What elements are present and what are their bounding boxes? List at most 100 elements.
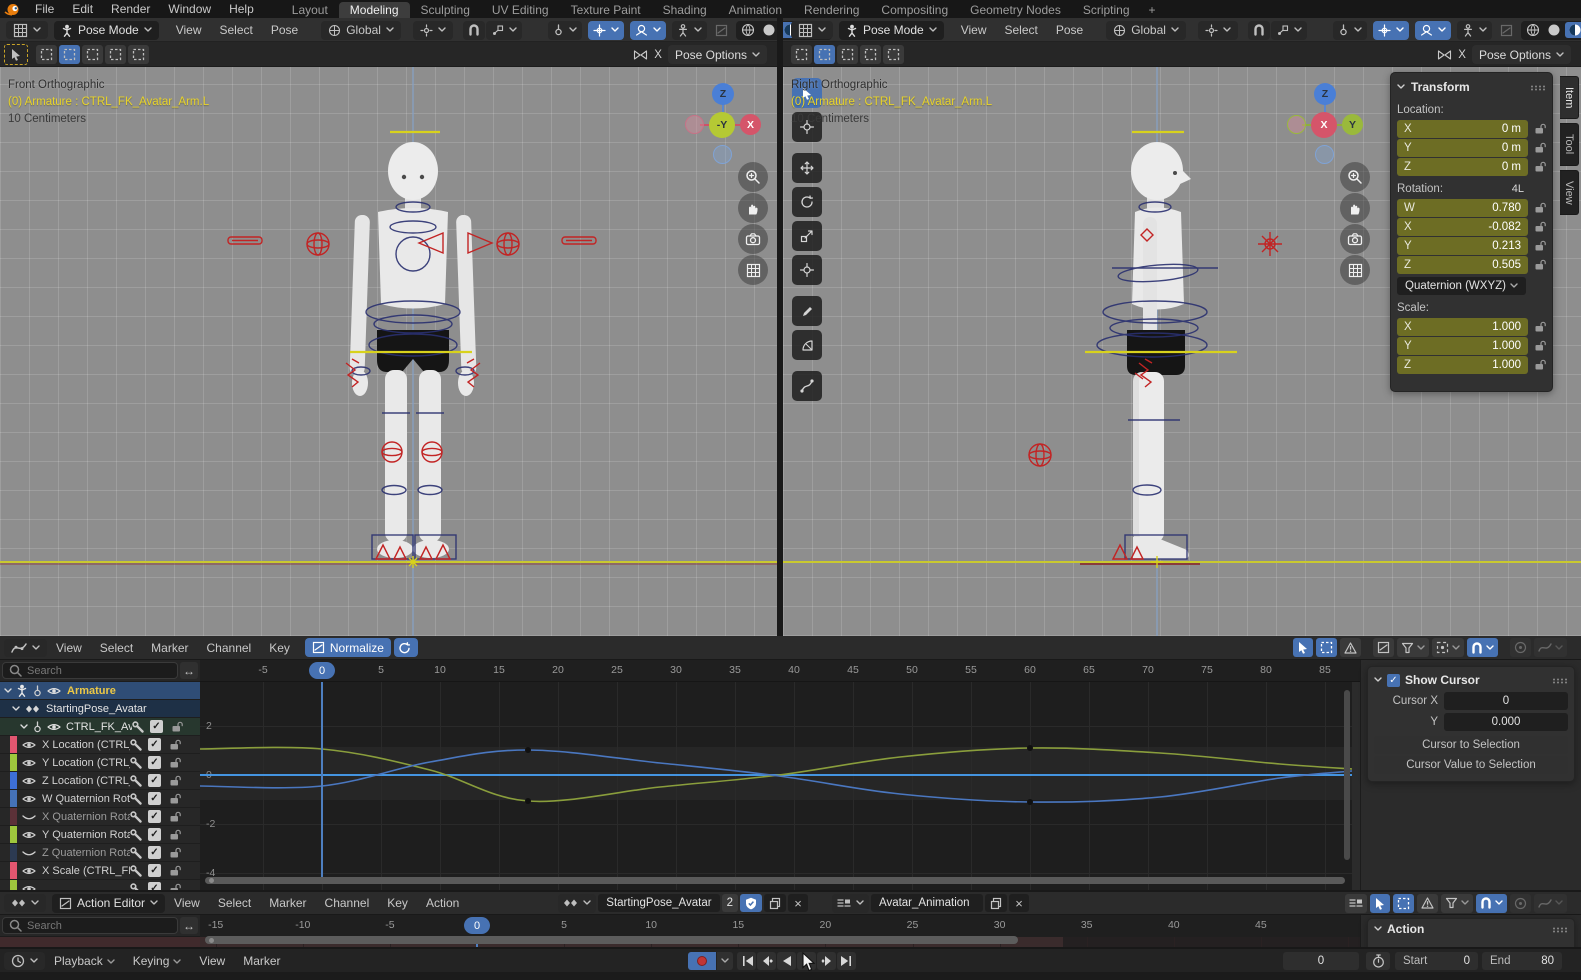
- workspace-tab-compositing[interactable]: Compositing: [870, 2, 959, 18]
- graph-curve-area[interactable]: 20-2-4: [200, 682, 1352, 890]
- channel-row-z-location-ctrl[interactable]: Z Location (CTRL_✓: [0, 772, 200, 790]
- graph-select-pointer[interactable]: [1293, 638, 1313, 657]
- graph-menu-key[interactable]: Key: [260, 641, 299, 655]
- channel-enable-checkbox[interactable]: ✓: [148, 846, 161, 859]
- channel-enable-checkbox[interactable]: ✓: [148, 882, 161, 890]
- lock-open-icon[interactable]: [169, 865, 181, 877]
- gizmo-right-axis[interactable]: X: [740, 114, 761, 135]
- add-workspace-button[interactable]: +: [1141, 2, 1164, 18]
- topbar-menu-file[interactable]: File: [26, 2, 63, 16]
- topbar-menu-edit[interactable]: Edit: [63, 2, 102, 16]
- unlink-stash-button[interactable]: ×: [1009, 894, 1029, 912]
- gizmo-neg-horizontal-axis[interactable]: [1287, 115, 1306, 134]
- graph-search-input[interactable]: Search: [2, 662, 178, 679]
- select-mode-box-extend[interactable]: [82, 45, 103, 64]
- cursor-x-field[interactable]: 0: [1444, 692, 1568, 710]
- mode-selector[interactable]: Pose Mode: [839, 21, 944, 40]
- use-preview-range-button[interactable]: [1366, 952, 1390, 970]
- gizmo-center-axis[interactable]: -Y: [709, 112, 735, 138]
- modifier-icon[interactable]: [130, 847, 142, 859]
- orientation-selector[interactable]: Global: [1106, 21, 1186, 40]
- graph-filter[interactable]: [1397, 638, 1429, 657]
- graph-snap-magnet[interactable]: [1467, 638, 1498, 657]
- graph-proportional-edit[interactable]: [1510, 638, 1531, 657]
- gizmo-neg-horizontal-axis[interactable]: [685, 115, 704, 134]
- lock-open-icon[interactable]: [169, 739, 181, 751]
- channel-enable-checkbox[interactable]: ✓: [150, 720, 163, 733]
- view-object-types-button[interactable]: [548, 21, 582, 40]
- visibility-icon[interactable]: [22, 758, 36, 768]
- jump-to-prev-keyframe-button[interactable]: [757, 952, 776, 970]
- lock-open-icon[interactable]: [169, 793, 181, 805]
- visibility-icon[interactable]: [22, 830, 36, 840]
- gizmos-toggle[interactable]: [588, 21, 624, 40]
- dope-filter[interactable]: [1441, 894, 1473, 913]
- channel-row-armature[interactable]: Armature: [0, 682, 200, 700]
- toggle-xray-button[interactable]: [1500, 21, 1513, 39]
- viewport-menu-select[interactable]: Select: [996, 23, 1047, 37]
- workspace-tab-sculpting[interactable]: Sculpting: [410, 2, 481, 18]
- frame-end-field[interactable]: End80: [1482, 952, 1562, 970]
- select-mode-box-subtract[interactable]: [860, 45, 881, 64]
- channel-row-x-quaternion-rota[interactable]: X Quaternion Rota✓: [0, 808, 200, 826]
- channel-enable-checkbox[interactable]: ✓: [148, 828, 161, 841]
- channel-row-z-quaternion-rota[interactable]: Z Quaternion Rota✓: [0, 844, 200, 862]
- action-name-field[interactable]: StartingPose_Avatar: [598, 894, 719, 912]
- workspace-tab-scripting[interactable]: Scripting: [1072, 2, 1141, 18]
- channel-enable-checkbox[interactable]: ✓: [148, 864, 161, 877]
- visibility-icon[interactable]: [47, 722, 61, 732]
- viewport-right[interactable]: Right Orthographic(0) Armature : CTRL_FK…: [783, 67, 1581, 636]
- graph-select-box[interactable]: [1316, 638, 1337, 657]
- select-mode-box-intersect[interactable]: [128, 45, 149, 64]
- lock-open-icon[interactable]: [169, 811, 181, 823]
- gizmo-right-axis[interactable]: Y: [1342, 114, 1363, 135]
- snap-magnet-button[interactable]: [463, 21, 485, 40]
- channel-enable-checkbox[interactable]: ✓: [148, 792, 161, 805]
- dope-only-errors[interactable]: [1417, 894, 1438, 913]
- gizmo-center-axis[interactable]: X: [1311, 112, 1337, 138]
- pivot-point-button[interactable]: [413, 21, 453, 40]
- stash-browse-button[interactable]: [832, 894, 869, 913]
- dope-menu-marker[interactable]: Marker: [260, 896, 315, 910]
- x-mirror-icon[interactable]: [633, 49, 648, 61]
- new-action-button[interactable]: [764, 894, 786, 912]
- gizmos-toggle[interactable]: [1373, 21, 1409, 40]
- timeline-editor-type-button[interactable]: [4, 952, 45, 970]
- dope-menu-key[interactable]: Key: [378, 896, 417, 910]
- dope-menu-action[interactable]: Action: [417, 896, 468, 910]
- dope-smooth-falloff[interactable]: [1534, 894, 1567, 913]
- modifier-icon[interactable]: [130, 775, 142, 787]
- workspace-tab-geometry-nodes[interactable]: Geometry Nodes: [959, 2, 1072, 18]
- viewport-menu-select[interactable]: Select: [211, 23, 262, 37]
- modifier-icon[interactable]: [130, 811, 142, 823]
- visibility-icon[interactable]: [47, 686, 61, 696]
- snap-target-button[interactable]: [1271, 21, 1307, 40]
- pose-options-dropdown[interactable]: Pose Options: [668, 45, 767, 64]
- select-mode-tweak[interactable]: [36, 45, 57, 64]
- channel-enable-checkbox[interactable]: ✓: [148, 738, 161, 751]
- topbar-menu-render[interactable]: Render: [102, 2, 159, 16]
- visibility-icon[interactable]: [22, 866, 36, 876]
- lock-open-icon[interactable]: [169, 847, 181, 859]
- dope-filter-expand-button[interactable]: ↔: [180, 917, 198, 934]
- graph-menu-select[interactable]: Select: [91, 641, 142, 655]
- orientation-selector[interactable]: Global: [321, 21, 401, 40]
- xray-armature-toggle[interactable]: [1457, 21, 1492, 40]
- panel-expand-icon[interactable]: [1374, 926, 1382, 932]
- visibility-icon[interactable]: [22, 740, 36, 750]
- dope-menu-channel[interactable]: Channel: [316, 896, 379, 910]
- mode-selector[interactable]: Pose Mode: [54, 21, 159, 40]
- gizmo-z-axis[interactable]: Z: [712, 83, 734, 105]
- cursor-to-selection-button[interactable]: Cursor to Selection: [1374, 736, 1568, 754]
- modifier-icon[interactable]: [130, 883, 142, 891]
- timeline-menu-playback[interactable]: Playback: [45, 954, 124, 968]
- copy-stash-button[interactable]: [985, 894, 1007, 912]
- pin-icon[interactable]: [32, 721, 43, 733]
- gizmo-neg-z-axis[interactable]: [1315, 145, 1334, 164]
- snap-target-button[interactable]: [486, 21, 522, 40]
- auto-keying-toggle[interactable]: [688, 952, 716, 970]
- editor-type-button[interactable]: [6, 21, 48, 39]
- channel-row-w-quaternion-rota[interactable]: W Quaternion Rota✓: [0, 790, 200, 808]
- action-panel-header[interactable]: Action: [1374, 922, 1568, 936]
- action-editor-mode-dropdown[interactable]: Action Editor: [52, 894, 165, 913]
